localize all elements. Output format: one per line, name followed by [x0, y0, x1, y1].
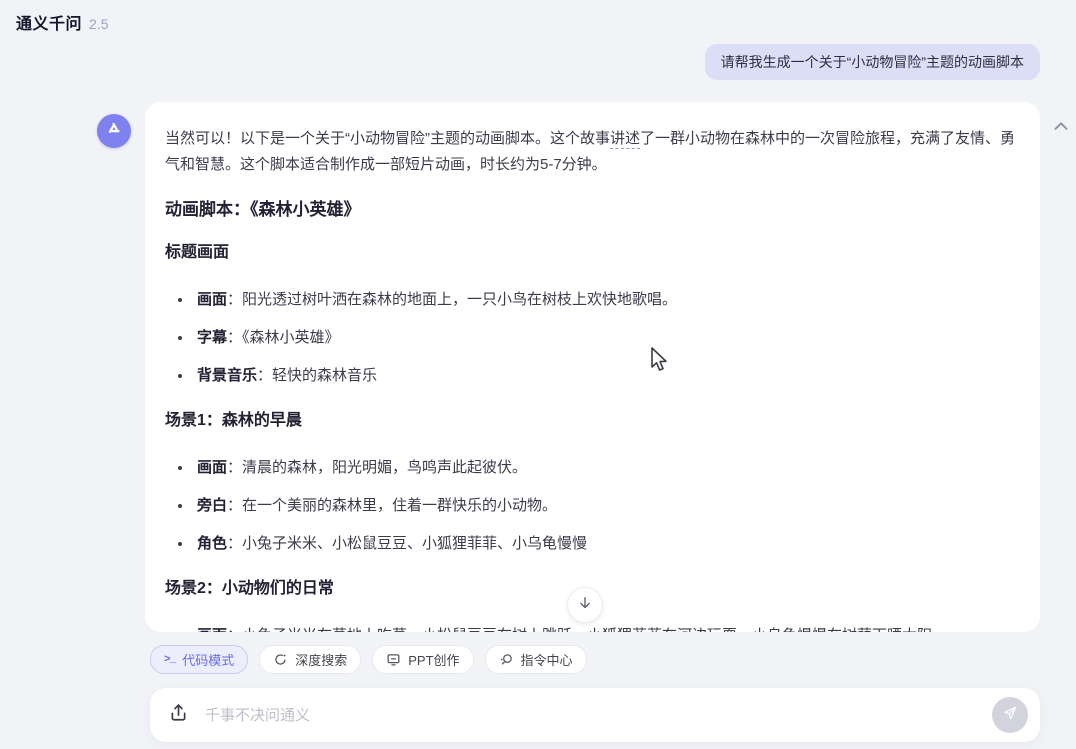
list-item: 背景音乐：轻快的森林音乐 — [193, 363, 1020, 389]
bullet-list: 画面：清晨的森林，阳光明媚，鸟鸣声此起彼伏。 旁白：在一个美丽的森林里，住着一群… — [165, 455, 1020, 557]
arrow-down-icon — [576, 594, 594, 617]
monitor-icon — [386, 652, 401, 667]
ppt-create-button[interactable]: PPT创作 — [372, 645, 473, 674]
qwen-logo-icon — [104, 119, 124, 144]
collapse-message-button[interactable] — [1050, 116, 1072, 138]
section-heading-scene-1: 场景1：森林的早晨 — [165, 411, 1020, 431]
intro-text: 当然可以！以下是一个关于“小动物冒险”主题的动画脚本。这个故事 — [165, 130, 610, 147]
paper-plane-icon — [1001, 704, 1019, 727]
command-center-icon — [499, 652, 514, 667]
list-item: 角色：小兔子米米、小松鼠豆豆、小狐狸菲菲、小乌龟慢慢 — [193, 531, 1020, 557]
command-center-button[interactable]: 指令中心 — [485, 645, 587, 674]
bullet-list: 画面：小兔子米米在草地上吃草，小松鼠豆豆在树上跳跃，小狐狸菲菲在河边玩耍，小乌龟… — [165, 623, 1020, 632]
upload-button[interactable] — [166, 703, 190, 727]
assistant-intro-paragraph: 当然可以！以下是一个关于“小动物冒险”主题的动画脚本。这个故事讲述了一群小动物在… — [165, 126, 1020, 177]
pill-label: 指令中心 — [521, 650, 573, 669]
app-version-badge: 2.5 — [89, 16, 108, 32]
intro-underlined-text: 讲述 — [610, 130, 640, 149]
chevron-up-icon — [1050, 125, 1072, 142]
section-heading-title-frame: 标题画面 — [165, 243, 1020, 263]
script-title-heading: 动画脚本：《森林小英雄》 — [165, 199, 1020, 221]
scroll-to-bottom-button[interactable] — [567, 587, 603, 623]
upload-icon — [168, 702, 189, 728]
deep-search-icon — [273, 652, 288, 667]
assistant-message-card: 当然可以！以下是一个关于“小动物冒险”主题的动画脚本。这个故事讲述了一群小动物在… — [145, 102, 1040, 632]
assistant-avatar — [97, 114, 131, 148]
code-mode-button[interactable]: >_ 代码模式 — [150, 645, 248, 674]
app-header: 通义千问 2.5 — [16, 10, 108, 34]
list-item: 旁白：在一个美丽的森林里，住着一群快乐的小动物。 — [193, 493, 1020, 519]
list-item: 画面：阳光透过树叶洒在森林的地面上，一只小鸟在树枝上欢快地歌唱。 — [193, 287, 1020, 313]
user-message-bubble: 请帮我生成一个关于“小动物冒险”主题的动画脚本 — [705, 44, 1040, 80]
message-input[interactable] — [203, 706, 979, 725]
list-item: 字幕：《森林小英雄》 — [193, 325, 1020, 351]
send-button[interactable] — [992, 697, 1028, 733]
composer — [150, 688, 1040, 742]
deep-search-button[interactable]: 深度搜索 — [259, 645, 361, 674]
pill-label: 深度搜索 — [295, 650, 347, 669]
list-item: 画面：清晨的森林，阳光明媚，鸟鸣声此起彼伏。 — [193, 455, 1020, 481]
shortcut-toolbar: >_ 代码模式 深度搜索 PPT创作 指令中心 — [150, 645, 587, 674]
pill-label: PPT创作 — [408, 650, 459, 669]
terminal-icon: >_ — [164, 654, 175, 666]
bullet-list: 画面：阳光透过树叶洒在森林的地面上，一只小鸟在树枝上欢快地歌唱。 字幕：《森林小… — [165, 287, 1020, 389]
pill-label: 代码模式 — [182, 650, 234, 669]
app-title: 通义千问 — [16, 10, 82, 34]
list-item: 画面：小兔子米米在草地上吃草，小松鼠豆豆在树上跳跃，小狐狸菲菲在河边玩耍，小乌龟… — [193, 623, 1020, 632]
